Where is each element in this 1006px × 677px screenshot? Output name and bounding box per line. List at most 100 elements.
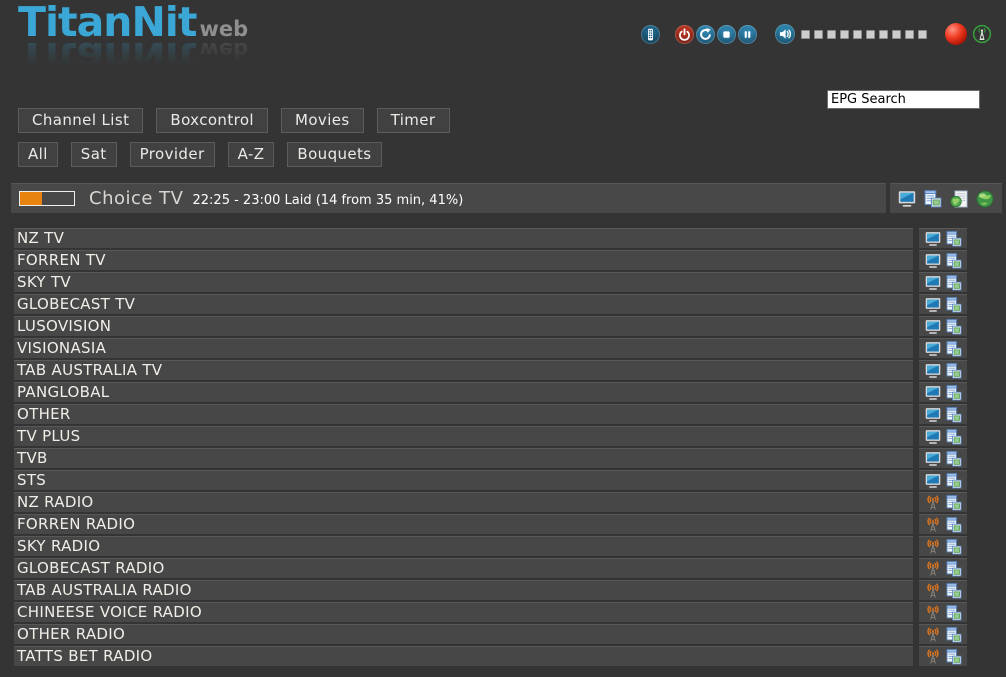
record-status-ball[interactable] <box>945 23 967 45</box>
monitor-icon[interactable] <box>898 190 916 208</box>
volume-segment[interactable] <box>801 30 810 39</box>
volume-segment[interactable] <box>840 30 849 39</box>
tv-icon[interactable] <box>925 385 941 401</box>
tv-icon[interactable] <box>925 297 941 313</box>
epg-search-input[interactable] <box>827 90 980 109</box>
channel-row: GLOBECAST TV <box>14 294 967 314</box>
radio-icon[interactable] <box>925 583 941 599</box>
epg-pages-icon[interactable] <box>946 561 962 577</box>
channel-name[interactable]: CHINEESE VOICE RADIO <box>14 602 913 622</box>
epg-pages-icon[interactable] <box>946 605 962 621</box>
epg-pages-icon[interactable] <box>946 495 962 511</box>
channel-name[interactable]: FORREN TV <box>14 250 913 270</box>
epg-pages-icon[interactable] <box>946 253 962 269</box>
radio-icon[interactable] <box>925 561 941 577</box>
volume-segment[interactable] <box>892 30 901 39</box>
channel-row: FORREN RADIO <box>14 514 967 534</box>
channel-name[interactable]: TV PLUS <box>14 426 913 446</box>
epg-pages-icon[interactable] <box>946 297 962 313</box>
tv-icon[interactable] <box>925 473 941 489</box>
channel-name[interactable]: GLOBECAST RADIO <box>14 558 913 578</box>
filter-provider-button[interactable]: Provider <box>130 142 215 167</box>
tv-icon[interactable] <box>925 341 941 357</box>
epg-pages-icon[interactable] <box>946 627 962 643</box>
radio-icon[interactable] <box>925 539 941 555</box>
epg-pages-icon[interactable] <box>946 517 962 533</box>
mute-button[interactable] <box>775 24 795 44</box>
filter-az-button[interactable]: A-Z <box>228 142 275 167</box>
channel-name[interactable]: PANGLOBAL <box>14 382 913 402</box>
tv-icon[interactable] <box>925 429 941 445</box>
stop-button[interactable] <box>717 25 736 44</box>
channel-name[interactable]: OTHER RADIO <box>14 624 913 644</box>
nav-timer-button[interactable]: Timer <box>377 108 450 133</box>
channel-name[interactable]: SKY RADIO <box>14 536 913 556</box>
volume-segment[interactable] <box>918 30 927 39</box>
channel-name[interactable]: NZ TV <box>14 228 913 248</box>
volume-segment[interactable] <box>853 30 862 39</box>
epg-pages-icon[interactable] <box>946 363 962 379</box>
channel-name[interactable]: TATTS BET RADIO <box>14 646 913 666</box>
volume-segment[interactable] <box>866 30 875 39</box>
volume-segment[interactable] <box>827 30 836 39</box>
volume-segment[interactable] <box>814 30 823 39</box>
channel-name[interactable]: STS <box>14 470 913 490</box>
epg-pages-icon[interactable] <box>946 319 962 335</box>
stream-doc-icon[interactable] <box>950 190 968 208</box>
epg-pages-icon[interactable] <box>946 583 962 599</box>
radio-icon[interactable] <box>925 627 941 643</box>
filter-sat-button[interactable]: Sat <box>71 142 117 167</box>
channel-name[interactable]: FORREN RADIO <box>14 514 913 534</box>
epg-pages-icon[interactable] <box>946 385 962 401</box>
nav-channel-list-button[interactable]: Channel List <box>18 108 143 133</box>
radio-icon[interactable] <box>925 605 941 621</box>
tv-icon[interactable] <box>925 231 941 247</box>
channel-name[interactable]: VISIONASIA <box>14 338 913 358</box>
channel-name[interactable]: TAB AUSTRALIA RADIO <box>14 580 913 600</box>
epg-pages-icon[interactable] <box>946 407 962 423</box>
channel-name[interactable]: GLOBECAST TV <box>14 294 913 314</box>
filter-bouquets-button[interactable]: Bouquets <box>287 142 381 167</box>
epg-pages-icon[interactable] <box>946 275 962 291</box>
channel-name[interactable]: NZ RADIO <box>14 492 913 512</box>
epg-pages-icon[interactable] <box>946 539 962 555</box>
volume-segment[interactable] <box>905 30 914 39</box>
tv-icon[interactable] <box>925 407 941 423</box>
epg-pages-icon[interactable] <box>946 231 962 247</box>
channel-name[interactable]: LUSOVISION <box>14 316 913 336</box>
channel-row: TATTS BET RADIO <box>14 646 967 666</box>
globe-icon[interactable] <box>976 190 994 208</box>
filter-all-button[interactable]: All <box>18 142 58 167</box>
channel-row: OTHER <box>14 404 967 424</box>
power-button[interactable] <box>675 25 694 44</box>
channel-name[interactable]: OTHER <box>14 404 913 424</box>
signal-button[interactable] <box>972 24 992 44</box>
epg-pages-icon[interactable] <box>946 451 962 467</box>
radio-icon[interactable] <box>925 649 941 665</box>
volume-segment[interactable] <box>879 30 888 39</box>
tv-icon[interactable] <box>925 363 941 379</box>
progress-bar <box>19 191 75 206</box>
nav-movies-button[interactable]: Movies <box>281 108 364 133</box>
channel-row-actions <box>919 404 967 424</box>
tv-icon[interactable] <box>925 253 941 269</box>
remote-control-button[interactable] <box>641 25 660 44</box>
epg-pages-icon[interactable] <box>946 649 962 665</box>
epg-pages-icon[interactable] <box>946 473 962 489</box>
epg-pages-icon[interactable] <box>946 341 962 357</box>
tv-icon[interactable] <box>925 275 941 291</box>
radio-icon[interactable] <box>925 517 941 533</box>
channel-row: GLOBECAST RADIO <box>14 558 967 578</box>
epg-pages-icon[interactable] <box>946 429 962 445</box>
pause-button[interactable] <box>738 25 757 44</box>
tv-icon[interactable] <box>925 451 941 467</box>
epg-pages-icon[interactable] <box>924 190 942 208</box>
channel-name[interactable]: TAB AUSTRALIA TV <box>14 360 913 380</box>
channel-name[interactable]: TVB <box>14 448 913 468</box>
nav-boxcontrol-button[interactable]: Boxcontrol <box>156 108 268 133</box>
channel-row: LUSOVISION <box>14 316 967 336</box>
restart-button[interactable] <box>696 25 715 44</box>
radio-icon[interactable] <box>925 495 941 511</box>
channel-name[interactable]: SKY TV <box>14 272 913 292</box>
tv-icon[interactable] <box>925 319 941 335</box>
